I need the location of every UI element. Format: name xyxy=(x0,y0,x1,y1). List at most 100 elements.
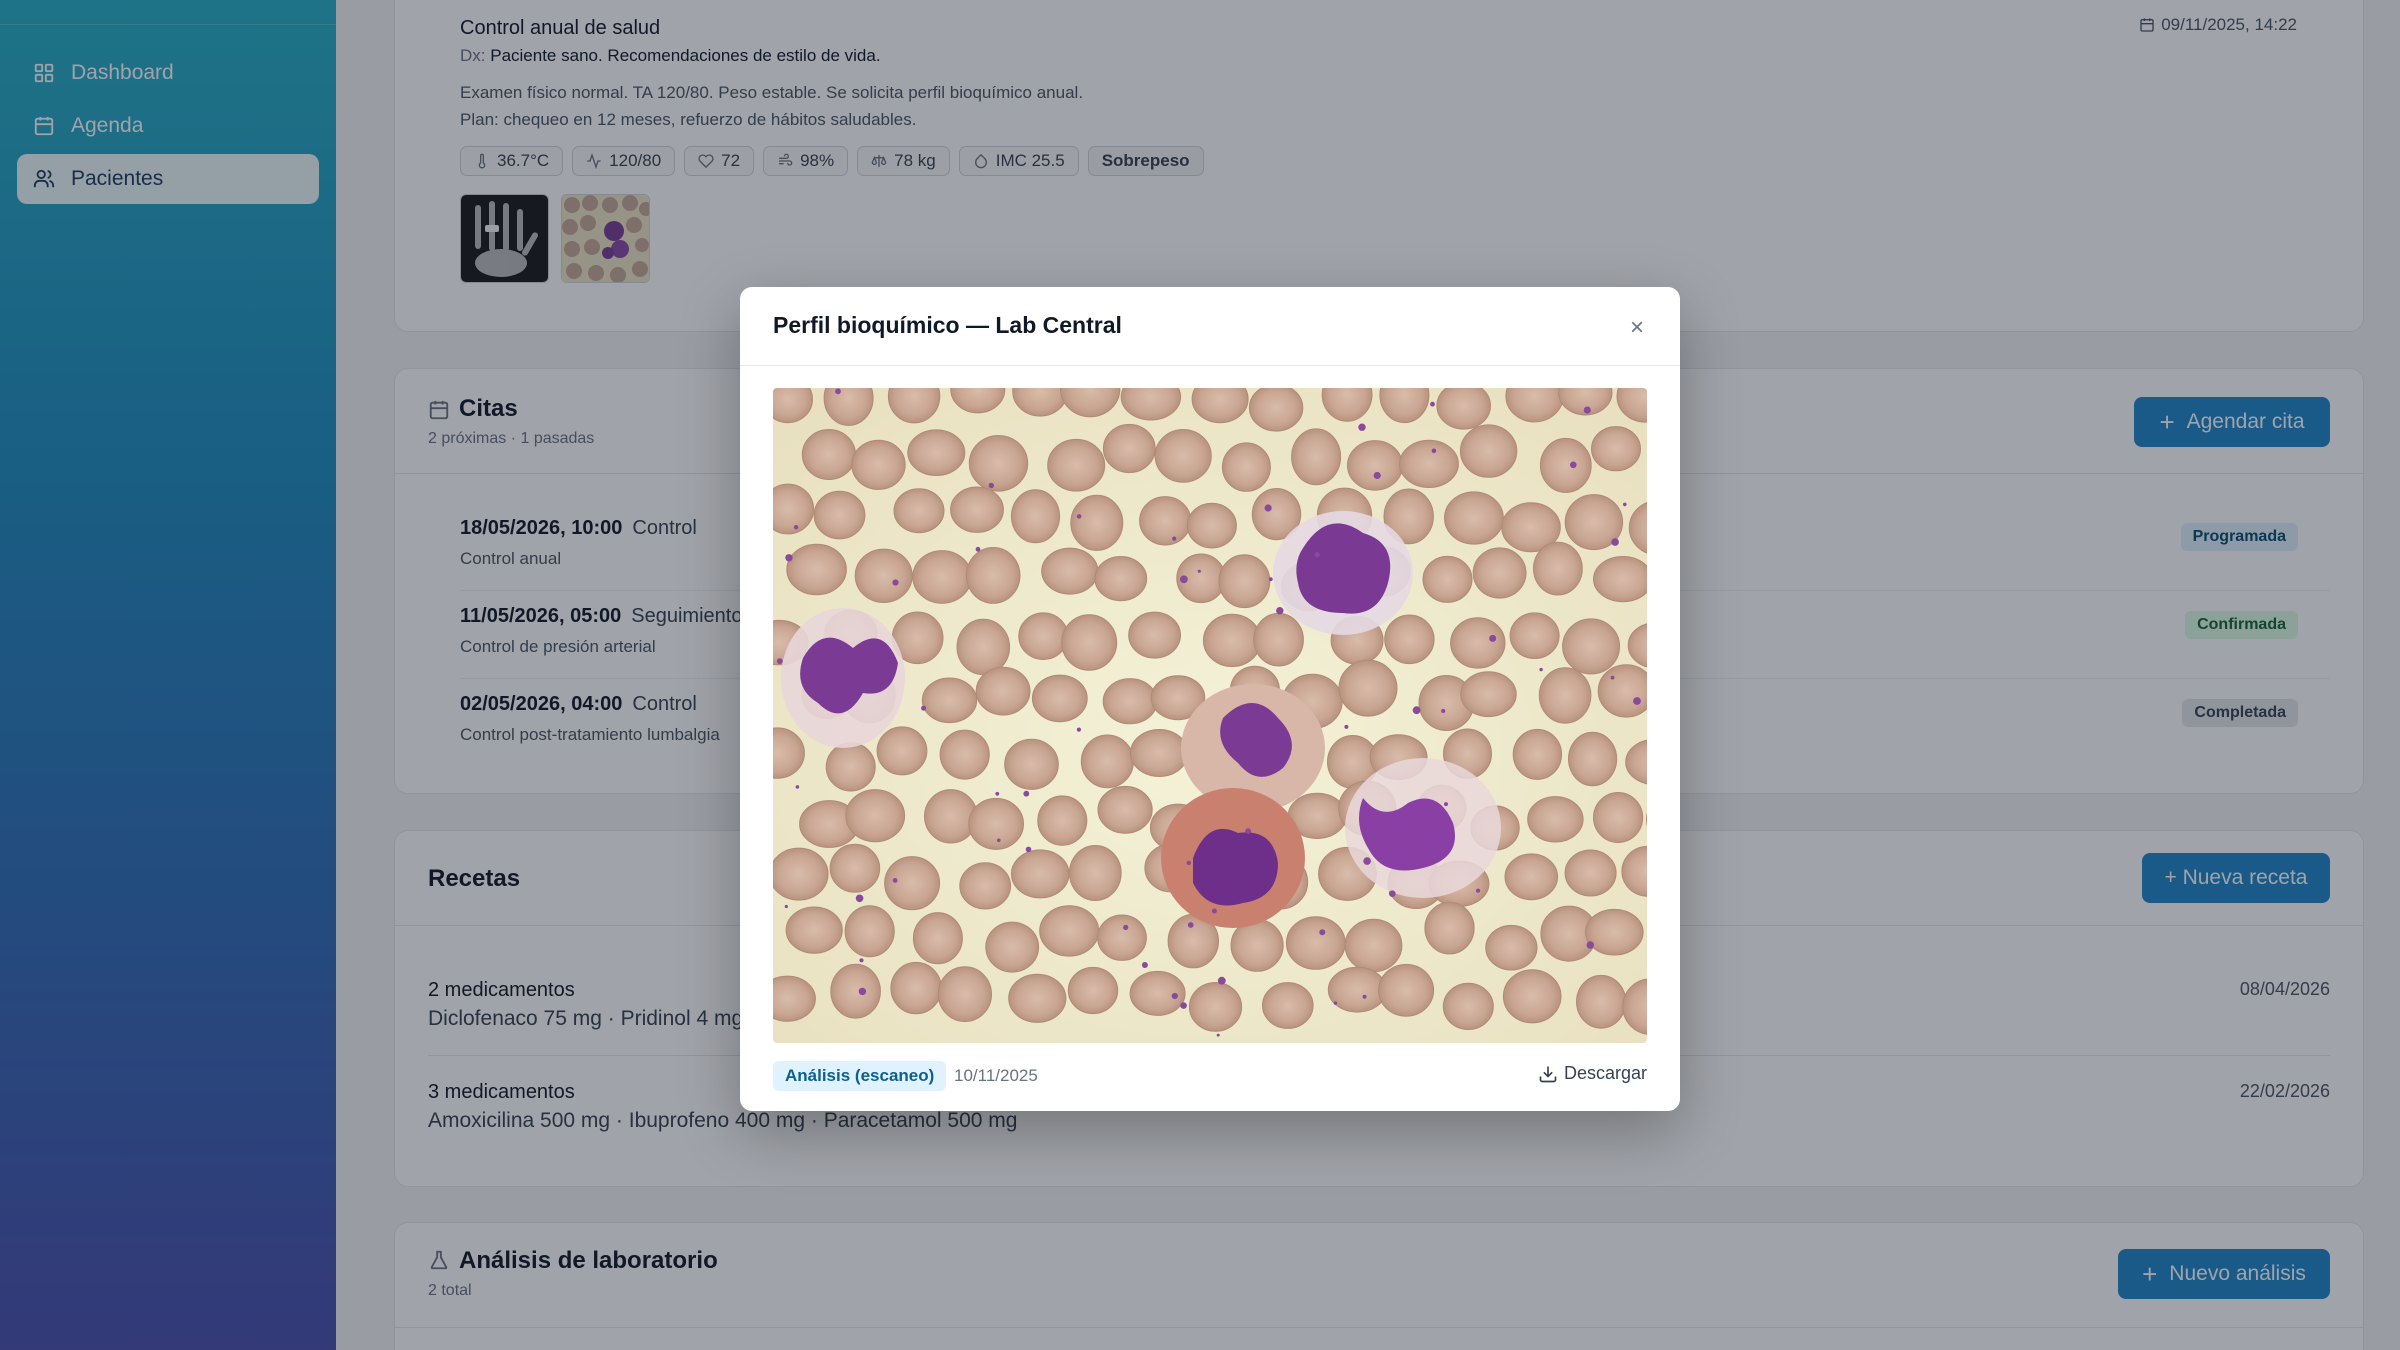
red-blood-cell xyxy=(1253,612,1304,667)
red-blood-cell xyxy=(1041,547,1099,595)
red-blood-cell xyxy=(985,921,1040,973)
red-blood-cell xyxy=(1291,428,1342,486)
red-blood-cell xyxy=(786,543,847,596)
red-blood-cell xyxy=(1202,613,1262,668)
platelet xyxy=(776,658,783,664)
platelet xyxy=(1180,1002,1187,1009)
platelet xyxy=(1197,569,1201,573)
platelet xyxy=(1431,448,1437,454)
red-blood-cell xyxy=(1539,437,1592,493)
red-blood-cell xyxy=(1221,442,1271,492)
red-blood-cell xyxy=(1459,424,1518,478)
red-blood-cell xyxy=(968,435,1029,492)
red-blood-cell xyxy=(1004,738,1059,790)
platelet xyxy=(1268,577,1273,582)
red-blood-cell xyxy=(876,726,928,776)
red-blood-cell xyxy=(1139,496,1192,546)
platelet xyxy=(1186,860,1191,866)
red-blood-cell xyxy=(1347,440,1403,491)
red-blood-cell xyxy=(1585,908,1644,956)
platelet xyxy=(1076,727,1081,732)
red-blood-cell xyxy=(912,912,963,965)
red-blood-cell xyxy=(1399,439,1459,489)
red-blood-cell xyxy=(1262,982,1314,1029)
red-blood-cell xyxy=(1444,491,1504,545)
platelet xyxy=(793,525,799,530)
platelet xyxy=(1539,667,1543,672)
red-blood-cell xyxy=(1384,614,1435,665)
platelet xyxy=(975,546,981,552)
red-blood-cell xyxy=(968,797,1025,850)
red-blood-cell xyxy=(1080,734,1134,789)
red-blood-cell xyxy=(939,729,990,780)
red-blood-cell xyxy=(1010,849,1070,899)
red-blood-cell xyxy=(1097,785,1153,834)
platelet xyxy=(1363,857,1371,865)
red-blood-cell xyxy=(1285,916,1346,970)
red-blood-cell xyxy=(854,548,913,604)
red-blood-cell xyxy=(1068,845,1122,901)
document-date: 10/11/2025 xyxy=(954,1066,1038,1085)
red-blood-cell xyxy=(830,963,881,1019)
red-blood-cell xyxy=(1593,556,1647,603)
red-blood-cell xyxy=(825,742,876,792)
red-blood-cell xyxy=(1502,969,1562,1024)
platelet xyxy=(1570,461,1577,469)
platelet xyxy=(1583,406,1591,414)
red-blood-cell xyxy=(1597,664,1647,718)
platelet xyxy=(1444,802,1448,807)
platelet xyxy=(892,579,899,586)
red-blood-cell xyxy=(773,847,829,901)
red-blood-cell xyxy=(1527,796,1584,843)
red-blood-cell xyxy=(965,547,1021,604)
red-blood-cell xyxy=(844,905,895,958)
platelet xyxy=(1373,471,1381,480)
platelet xyxy=(859,958,864,963)
red-blood-cell xyxy=(1248,388,1304,432)
red-blood-cell xyxy=(1129,970,1186,1016)
red-blood-cell xyxy=(1460,671,1517,718)
platelet xyxy=(1180,575,1188,584)
red-blood-cell xyxy=(813,490,866,540)
red-blood-cell xyxy=(1188,982,1243,1032)
platelet xyxy=(1430,401,1435,407)
platelet xyxy=(1362,994,1367,999)
red-blood-cell xyxy=(907,429,966,476)
platelet xyxy=(1172,536,1177,541)
red-blood-cell xyxy=(1562,618,1621,675)
platelet xyxy=(1245,828,1251,834)
red-blood-cell xyxy=(1047,438,1106,492)
red-blood-cell xyxy=(1509,612,1560,659)
platelet xyxy=(1171,992,1178,1000)
download-icon xyxy=(1539,1066,1557,1082)
red-blood-cell xyxy=(1344,918,1403,973)
platelet xyxy=(1476,888,1481,893)
platelet xyxy=(1264,504,1272,512)
red-blood-cell xyxy=(975,666,1031,716)
platelet xyxy=(1611,538,1619,546)
red-blood-cell xyxy=(785,906,843,954)
red-blood-cell xyxy=(1061,614,1118,671)
blood-smear-image xyxy=(773,388,1647,1043)
red-blood-cell xyxy=(1067,966,1119,1015)
modal-divider xyxy=(740,365,1680,366)
platelet xyxy=(1025,846,1032,853)
red-blood-cell xyxy=(1128,611,1182,659)
red-blood-cell xyxy=(1018,612,1069,660)
red-blood-cell xyxy=(801,429,857,480)
download-button[interactable]: Descargar xyxy=(1538,1063,1647,1084)
platelet xyxy=(1344,724,1349,729)
red-blood-cell xyxy=(1010,489,1061,544)
modal-title: Perfil bioquímico — Lab Central xyxy=(773,312,1122,338)
document-type-badge: Análisis (escaneo) xyxy=(773,1061,947,1091)
red-blood-cell xyxy=(1037,795,1088,846)
close-icon[interactable]: × xyxy=(1624,314,1650,341)
platelet xyxy=(1187,922,1194,928)
platelet xyxy=(1216,1033,1220,1037)
red-blood-cell xyxy=(1568,731,1618,787)
red-blood-cell xyxy=(893,488,945,534)
platelet xyxy=(1610,675,1615,680)
modal-footer: Análisis (escaneo) 10/11/2025 Descargar xyxy=(773,1061,1647,1091)
platelet xyxy=(1623,502,1627,507)
platelet xyxy=(1412,706,1421,715)
